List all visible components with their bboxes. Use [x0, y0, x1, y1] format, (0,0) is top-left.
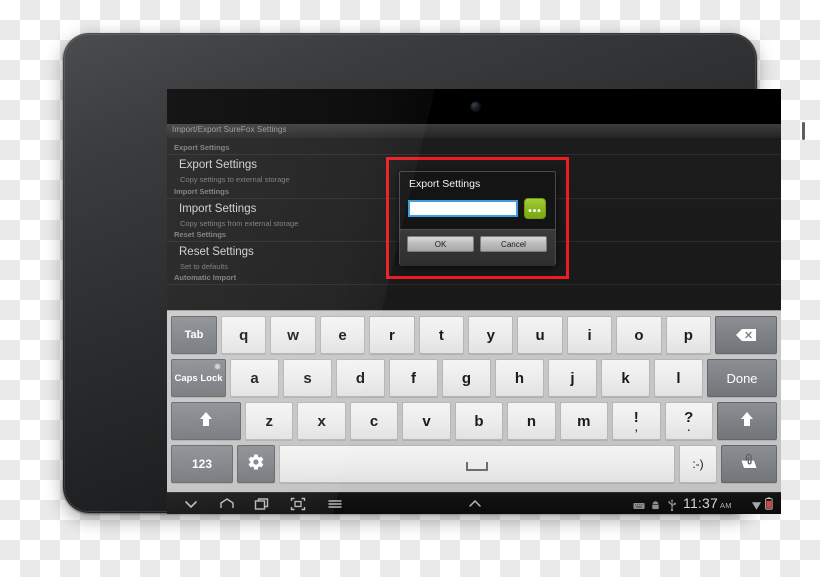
key-i[interactable]: i	[566, 316, 613, 354]
key-f[interactable]: f	[389, 359, 438, 397]
tablet-device: Import/Export SureFox Settings Export Se…	[63, 33, 805, 514]
key-c[interactable]: c	[349, 402, 399, 440]
pref-export-settings-subtitle: Copy settings to external storage	[180, 175, 290, 184]
browse-button[interactable]: •••	[524, 198, 546, 219]
key-question[interactable]: ? .	[664, 402, 713, 440]
key-y[interactable]: y	[468, 316, 514, 354]
app-title-bar: Import/Export SureFox Settings	[167, 124, 781, 139]
home-icon[interactable]	[219, 497, 235, 511]
key-g[interactable]: g	[442, 359, 491, 397]
spacebar-glyph-icon	[466, 462, 488, 471]
key-done[interactable]: Done	[707, 359, 777, 397]
key-attachment[interactable]	[721, 445, 777, 483]
period-sublabel: .	[687, 423, 691, 434]
pref-reset-settings-title[interactable]: Reset Settings	[179, 246, 254, 258]
key-p[interactable]: p	[665, 316, 712, 354]
key-l[interactable]: l	[654, 359, 703, 397]
wifi-icon[interactable]	[751, 498, 762, 514]
key-h[interactable]: h	[495, 359, 544, 397]
key-shift-right[interactable]	[716, 402, 777, 440]
key-x[interactable]: x	[297, 402, 346, 440]
divider	[167, 284, 781, 285]
shift-up-arrow-icon	[740, 411, 754, 431]
fullscreen-icon[interactable]	[290, 497, 306, 511]
key-d[interactable]: d	[336, 359, 385, 397]
caps-lock-led-icon	[214, 363, 221, 370]
section-header-reset: Reset Settings	[174, 230, 227, 239]
pref-reset-settings-subtitle: Set to defaults	[180, 262, 228, 271]
export-path-input[interactable]	[408, 200, 518, 217]
key-v[interactable]: v	[402, 402, 451, 440]
key-caps-lock[interactable]: Caps Lock	[171, 359, 226, 397]
section-header-import: Import Settings	[174, 187, 230, 196]
keyboard-row-3: z x c v b n m ! , ? .	[171, 402, 777, 440]
ok-button[interactable]: OK	[407, 236, 474, 252]
menu-icon[interactable]	[327, 497, 343, 511]
key-o[interactable]: o	[616, 316, 662, 354]
shift-up-arrow-icon	[199, 411, 213, 431]
key-emoji[interactable]: :-)	[679, 445, 717, 483]
system-navigation-bar: 11:37 AM	[167, 492, 781, 514]
keyboard-row-4: 123 :-)	[171, 445, 777, 483]
pref-import-settings-subtitle: Copy settings from external storage	[180, 219, 299, 228]
caps-lock-label: Caps Lock	[174, 372, 223, 384]
keyboard-status-icon[interactable]	[633, 498, 645, 514]
key-tab[interactable]: Tab	[171, 316, 217, 354]
dialog-title: Export Settings	[409, 178, 481, 190]
key-z[interactable]: z	[245, 402, 294, 440]
pref-import-settings-title[interactable]: Import Settings	[179, 203, 256, 215]
key-w[interactable]: w	[270, 316, 316, 354]
page-title: Import/Export SureFox Settings	[172, 125, 287, 134]
key-shift-left[interactable]	[171, 402, 241, 440]
onscreen-keyboard: Tab q w e r t y u i o p Caps Lock a s d …	[167, 310, 781, 492]
key-exclamation[interactable]: ! ,	[612, 402, 661, 440]
key-t[interactable]: t	[418, 316, 465, 354]
key-u[interactable]: u	[517, 316, 563, 354]
key-m[interactable]: m	[559, 402, 609, 440]
divider	[167, 154, 781, 155]
keyboard-row-2: Caps Lock a s d f g h j k l Done	[171, 359, 777, 397]
ellipsis-browse-icon: •••	[528, 206, 542, 217]
key-s[interactable]: s	[283, 359, 332, 397]
key-k[interactable]: k	[601, 359, 650, 397]
export-settings-dialog: Export Settings ••• OK Cancel	[399, 171, 556, 266]
chevron-up-icon[interactable]	[467, 497, 483, 511]
section-header-automatic-import: Automatic Import	[174, 273, 237, 282]
gear-icon	[247, 453, 265, 475]
cancel-button[interactable]: Cancel	[480, 236, 547, 252]
key-q[interactable]: q	[221, 316, 267, 354]
key-settings[interactable]	[237, 445, 275, 483]
key-r[interactable]: r	[369, 316, 415, 354]
section-header-export: Export Settings	[174, 143, 230, 152]
backspace-icon[interactable]	[715, 316, 778, 354]
attachment-paperclip-icon	[738, 453, 760, 475]
front-camera-icon	[471, 102, 480, 111]
usb-icon[interactable]	[667, 498, 677, 514]
recent-apps-icon[interactable]	[254, 497, 270, 511]
key-numeric-mode[interactable]: 123	[171, 445, 233, 483]
comma-sublabel: ,	[634, 423, 638, 434]
chevron-down-icon[interactable]	[183, 497, 199, 511]
android-icon[interactable]	[650, 498, 661, 514]
dialog-button-bar: OK Cancel	[400, 229, 555, 266]
key-j[interactable]: j	[548, 359, 597, 397]
key-e[interactable]: e	[319, 316, 366, 354]
battery-icon[interactable]	[765, 497, 773, 514]
key-n[interactable]: n	[507, 402, 556, 440]
key-a[interactable]: a	[230, 359, 279, 397]
dialog-body: •••	[400, 197, 555, 227]
status-clock: 11:37 AM	[683, 495, 732, 511]
tablet-screen: Import/Export SureFox Settings Export Se…	[167, 89, 781, 514]
clock-time: 11:37	[683, 495, 718, 511]
clock-ampm: AM	[720, 501, 732, 510]
pref-export-settings-title[interactable]: Export Settings	[179, 159, 257, 171]
led-indicator-icon	[802, 122, 805, 140]
keyboard-row-1: Tab q w e r t y u i o p	[171, 316, 778, 354]
key-b[interactable]: b	[454, 402, 504, 440]
key-spacebar[interactable]	[279, 445, 675, 483]
